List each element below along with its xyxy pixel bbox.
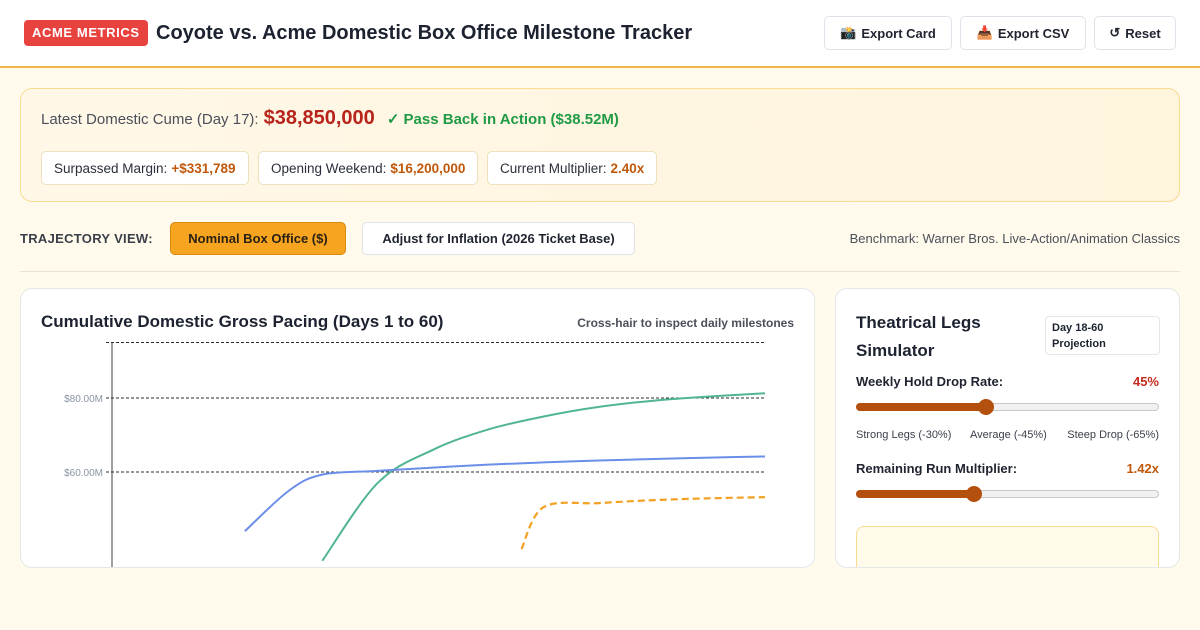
series-line-1 — [321, 392, 766, 562]
surpassed-margin-pill: Surpassed Margin: +$331,789 — [41, 151, 249, 185]
series-line-3 — [520, 496, 766, 550]
current-multiplier-pill: Current Multiplier: 2.40x — [487, 151, 658, 185]
slider-fill — [856, 403, 987, 411]
scale-average: Average (-45%) — [970, 429, 1047, 441]
top-bar: ACME METRICS Coyote vs. Acme Domestic Bo… — [0, 0, 1200, 68]
inflation-adjust-toggle[interactable]: Adjust for Inflation (2026 Ticket Base) — [362, 222, 635, 255]
reset-arrow-icon: ↺ — [1109, 25, 1121, 40]
simulator-title: Theatrical Legs Simulator — [856, 313, 981, 360]
trajectory-view-label: TRAJECTORY VIEW: — [20, 231, 153, 246]
y-tick-label: $80.00M — [64, 394, 103, 405]
pill-label: Opening Weekend: — [271, 160, 387, 176]
pill-value: +$331,789 — [171, 160, 236, 176]
opening-weekend-pill: Opening Weekend: $16,200,000 — [258, 151, 479, 185]
cume-line: Latest Domestic Cume (Day 17): $38,850,0… — [41, 107, 619, 135]
drop-rate-label: Weekly Hold Drop Rate: — [856, 374, 1004, 389]
scale-steep-drop: Steep Drop (-65%) — [1067, 429, 1159, 441]
inbox-tray-icon: 📥 — [976, 25, 993, 40]
slider-fill — [856, 490, 975, 498]
run-multiplier-label: Remaining Run Multiplier: — [856, 461, 1018, 476]
benchmark-note: Benchmark: Warner Bros. Live-Action/Anim… — [849, 231, 1180, 246]
run-multiplier-slider[interactable] — [856, 486, 1159, 502]
reset-button[interactable]: ↺ Reset — [1094, 16, 1176, 50]
summary-card: Latest Domestic Cume (Day 17): $38,850,0… — [20, 88, 1180, 202]
export-card-button[interactable]: 📸 Export Card — [824, 16, 952, 50]
nominal-box-office-toggle[interactable]: Nominal Box Office ($) — [170, 222, 346, 255]
legs-simulator-card: Theatrical Legs Simulator Day 18-60 Proj… — [835, 288, 1180, 568]
pill-value: $16,200,000 — [390, 160, 466, 176]
projection-result-box — [856, 526, 1159, 567]
export-csv-button[interactable]: 📥 Export CSV — [960, 16, 1086, 50]
brand-logo: ACME METRICS — [24, 20, 148, 46]
divider — [20, 271, 1180, 272]
series-line-2 — [244, 455, 766, 532]
cume-value: $38,850,000 — [263, 107, 375, 129]
pacing-chart[interactable]: $60.00M $80.00M — [21, 289, 815, 568]
pill-value: 2.40x — [610, 160, 645, 176]
export-csv-label: Export CSV — [997, 25, 1070, 41]
pacing-chart-card[interactable]: Cumulative Domestic Gross Pacing (Days 1… — [20, 288, 815, 568]
pill-label: Current Multiplier: — [500, 160, 607, 176]
page-title: Coyote vs. Acme Domestic Box Office Mile… — [156, 22, 693, 44]
cume-label: Latest Domestic Cume (Day 17): — [41, 111, 259, 128]
milestone-status: ✓ Pass Back in Action ($38.52M) — [386, 111, 619, 128]
camera-icon: 📸 — [840, 25, 857, 40]
run-multiplier-value: 1.42x — [1126, 461, 1159, 476]
pill-label: Surpassed Margin: — [54, 160, 168, 176]
slider-thumb[interactable] — [978, 399, 995, 415]
drop-rate-slider[interactable] — [856, 399, 1159, 415]
projection-badge: Day 18-60 Projection — [1045, 316, 1160, 355]
scale-strong-legs: Strong Legs (-30%) — [856, 429, 952, 441]
drop-rate-value: 45% — [1132, 374, 1159, 389]
export-card-label: Export Card — [861, 25, 936, 41]
reset-label: Reset — [1125, 25, 1161, 41]
y-tick-label: $60.00M — [64, 468, 103, 479]
slider-thumb[interactable] — [966, 486, 983, 502]
